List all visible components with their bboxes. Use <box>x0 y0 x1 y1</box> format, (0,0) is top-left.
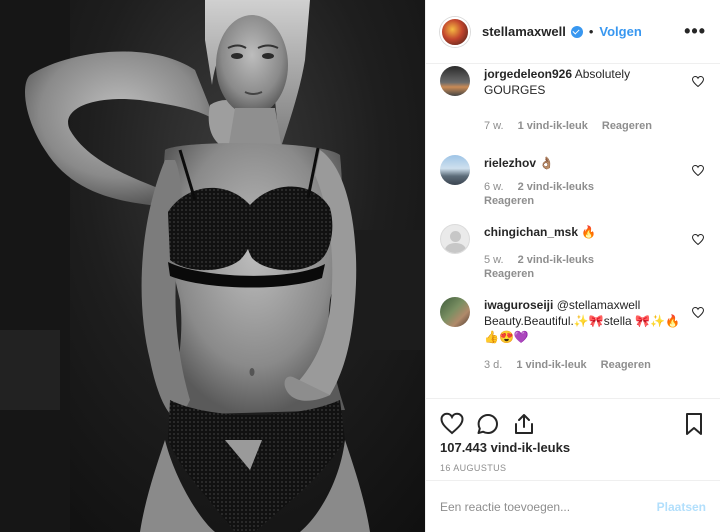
comment-age[interactable]: 7 w. <box>484 120 504 133</box>
post-date[interactable]: 16 AUGUSTUS <box>440 463 506 473</box>
header-separator: • <box>588 24 594 39</box>
comment-age[interactable]: 3 d. <box>484 359 502 372</box>
comment-item: rielezhov 👌🏽 6 w. 2 vind-ik-leuks Reager… <box>440 155 706 208</box>
comment-meta: 6 w. 2 vind-ik-leuks Reageren <box>484 181 644 208</box>
follow-button[interactable]: Volgen <box>599 24 641 39</box>
comment-body: 👌🏽 <box>539 156 555 170</box>
comment-icon[interactable] <box>476 412 500 436</box>
commenter-avatar[interactable] <box>440 297 470 327</box>
comment-likes[interactable]: 2 vind-ik-leuks <box>518 254 594 267</box>
verified-badge-icon <box>570 25 583 38</box>
commenter-avatar[interactable] <box>440 155 470 185</box>
comment-username[interactable]: jorgedeleon926 <box>484 67 572 81</box>
comment-username[interactable]: chingichan_msk <box>484 225 578 239</box>
comment-text: jorgedeleon926 Absolutely GOURGES <box>484 66 680 98</box>
comment-item: chingichan_msk 🔥 5 w. 2 vind-ik-leuks Re… <box>440 224 706 281</box>
comments-list[interactable]: jorgedeleon926 Absolutely GOURGES 7 w. 1… <box>426 64 720 398</box>
comment-meta: 5 w. 2 vind-ik-leuks Reageren <box>484 254 644 281</box>
author-username[interactable]: stellamaxwell <box>482 24 566 39</box>
comment-input[interactable] <box>440 499 657 514</box>
share-icon[interactable] <box>512 412 536 436</box>
heart-icon[interactable] <box>440 412 464 436</box>
comment-age[interactable]: 5 w. <box>484 254 504 267</box>
heart-icon[interactable] <box>692 76 704 87</box>
post-photo[interactable] <box>0 0 425 532</box>
post-comment-button[interactable]: Plaatsen <box>657 500 706 514</box>
comment-item: jorgedeleon926 Absolutely GOURGES 7 w. 1… <box>440 66 706 133</box>
comment-meta: 7 w. 1 vind-ik-leuk Reageren <box>484 120 680 133</box>
instagram-post-view: stellamaxwell • Volgen ••• jorgedeleon92… <box>0 0 720 532</box>
post-side-panel: stellamaxwell • Volgen ••• jorgedeleon92… <box>425 0 720 532</box>
author-avatar[interactable] <box>440 16 470 47</box>
comment-meta: 3 d. 1 vind-ik-leuk Reageren <box>484 359 680 372</box>
comment-age[interactable]: 6 w. <box>484 181 504 194</box>
comment-likes[interactable]: 1 vind-ik-leuk <box>516 359 586 372</box>
commenter-avatar[interactable] <box>440 66 470 96</box>
heart-icon[interactable] <box>692 234 704 245</box>
comment-likes[interactable]: 2 vind-ik-leuks <box>518 181 594 194</box>
reply-button[interactable]: Reageren <box>484 268 534 281</box>
comment-body: 🔥 <box>581 225 597 239</box>
bookmark-icon[interactable] <box>682 412 706 436</box>
add-comment-bar: Plaatsen <box>426 480 720 532</box>
reply-button[interactable]: Reageren <box>602 120 652 133</box>
comment-username[interactable]: iwaguroseiji <box>484 298 553 312</box>
comment-text: chingichan_msk 🔥 <box>484 224 644 240</box>
photo-illustration <box>0 0 425 532</box>
reply-button[interactable]: Reageren <box>484 195 534 208</box>
comment-item: iwaguroseiji @stellamaxwell Beauty.Beaut… <box>440 297 706 372</box>
comment-likes[interactable]: 1 vind-ik-leuk <box>518 120 588 133</box>
likes-count[interactable]: 107.443 vind-ik-leuks <box>440 440 570 455</box>
comment-username[interactable]: rielezhov <box>484 156 536 170</box>
reply-button[interactable]: Reageren <box>601 359 651 372</box>
comment-text: iwaguroseiji @stellamaxwell Beauty.Beaut… <box>484 297 680 345</box>
post-header: stellamaxwell • Volgen ••• <box>426 0 720 64</box>
commenter-avatar[interactable] <box>440 224 470 254</box>
more-options-icon[interactable]: ••• <box>684 21 706 42</box>
heart-icon[interactable] <box>692 165 704 176</box>
heart-icon[interactable] <box>692 307 704 318</box>
comment-text: rielezhov 👌🏽 <box>484 155 644 171</box>
